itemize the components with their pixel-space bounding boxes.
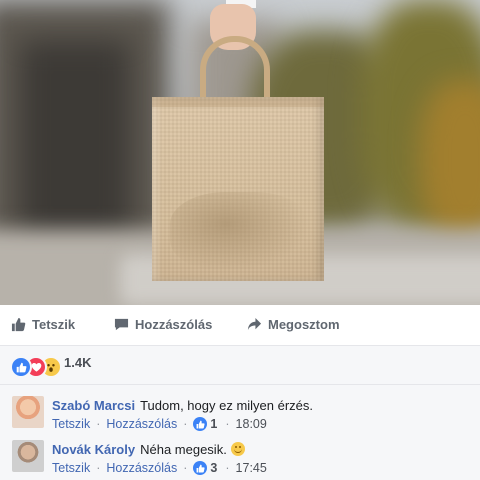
like-button-label: Tetszik [32,317,76,332]
like-reaction-icon [193,461,208,475]
comment-timestamp[interactable]: 17:45 [236,461,267,475]
comment-like-count[interactable]: 1 [210,417,217,431]
comment-text: Tudom, hogy ez milyen érzés. [140,398,314,413]
bag-wet-stain [170,192,310,272]
comment-like-link[interactable]: Tetszik [52,417,90,431]
background-tree [420,80,480,240]
post-actions-bar: Tetszik Hozzászólás Megosztom [0,305,480,346]
separator-dot: · [96,417,101,431]
comment-author[interactable]: Szabó Marcsi [52,398,135,413]
comment-meta: Tetszik · Hozzászólás · 1 · 18:09 [52,417,267,431]
like-reaction-icon [10,356,32,378]
avatar[interactable] [12,396,44,428]
avatar[interactable] [12,440,44,472]
separator-dot: · [225,417,230,431]
comment-body: Szabó Marcsi Tudom, hogy ez milyen érzés. [52,398,313,413]
share-arrow-icon [247,317,262,331]
comments-section: Szabó Marcsi Tudom, hogy ez milyen érzés.… [0,385,480,480]
comment-like-count[interactable]: 3 [210,461,217,475]
reactions-count[interactable]: 1.4K [64,355,91,370]
separator-dot: · [183,461,188,475]
comment-meta: Tetszik · Hozzászólás · 3 · 17:45 [52,461,267,475]
smile-emoji-icon [230,442,245,456]
speech-bubble-icon [114,318,129,331]
jute-bag [152,97,324,281]
comment-text: Néha megesik. [140,442,227,457]
share-button-label: Megosztom [268,317,340,332]
separator-dot: · [183,417,188,431]
comment-reply-link[interactable]: Hozzászólás [106,461,177,475]
comment-button-label: Hozzászólás [135,317,213,332]
comment-timestamp[interactable]: 18:09 [236,417,267,431]
thumbs-up-icon [11,317,26,332]
comment-body: Novák Károly Néha megesik. [52,442,245,457]
comment-author[interactable]: Novák Károly [52,442,135,457]
separator-dot: · [225,461,230,475]
comment-reply-link[interactable]: Hozzászólás [106,417,177,431]
comment-like-link[interactable]: Tetszik [52,461,90,475]
background-doorway [20,40,130,240]
comment-button[interactable]: Hozzászólás [114,317,212,332]
post-photo[interactable] [0,0,480,305]
separator-dot: · [96,461,101,475]
like-button[interactable]: Tetszik [11,317,75,332]
bag-seam [152,97,324,107]
like-reaction-icon [193,417,208,431]
share-button[interactable]: Megosztom [247,317,340,332]
